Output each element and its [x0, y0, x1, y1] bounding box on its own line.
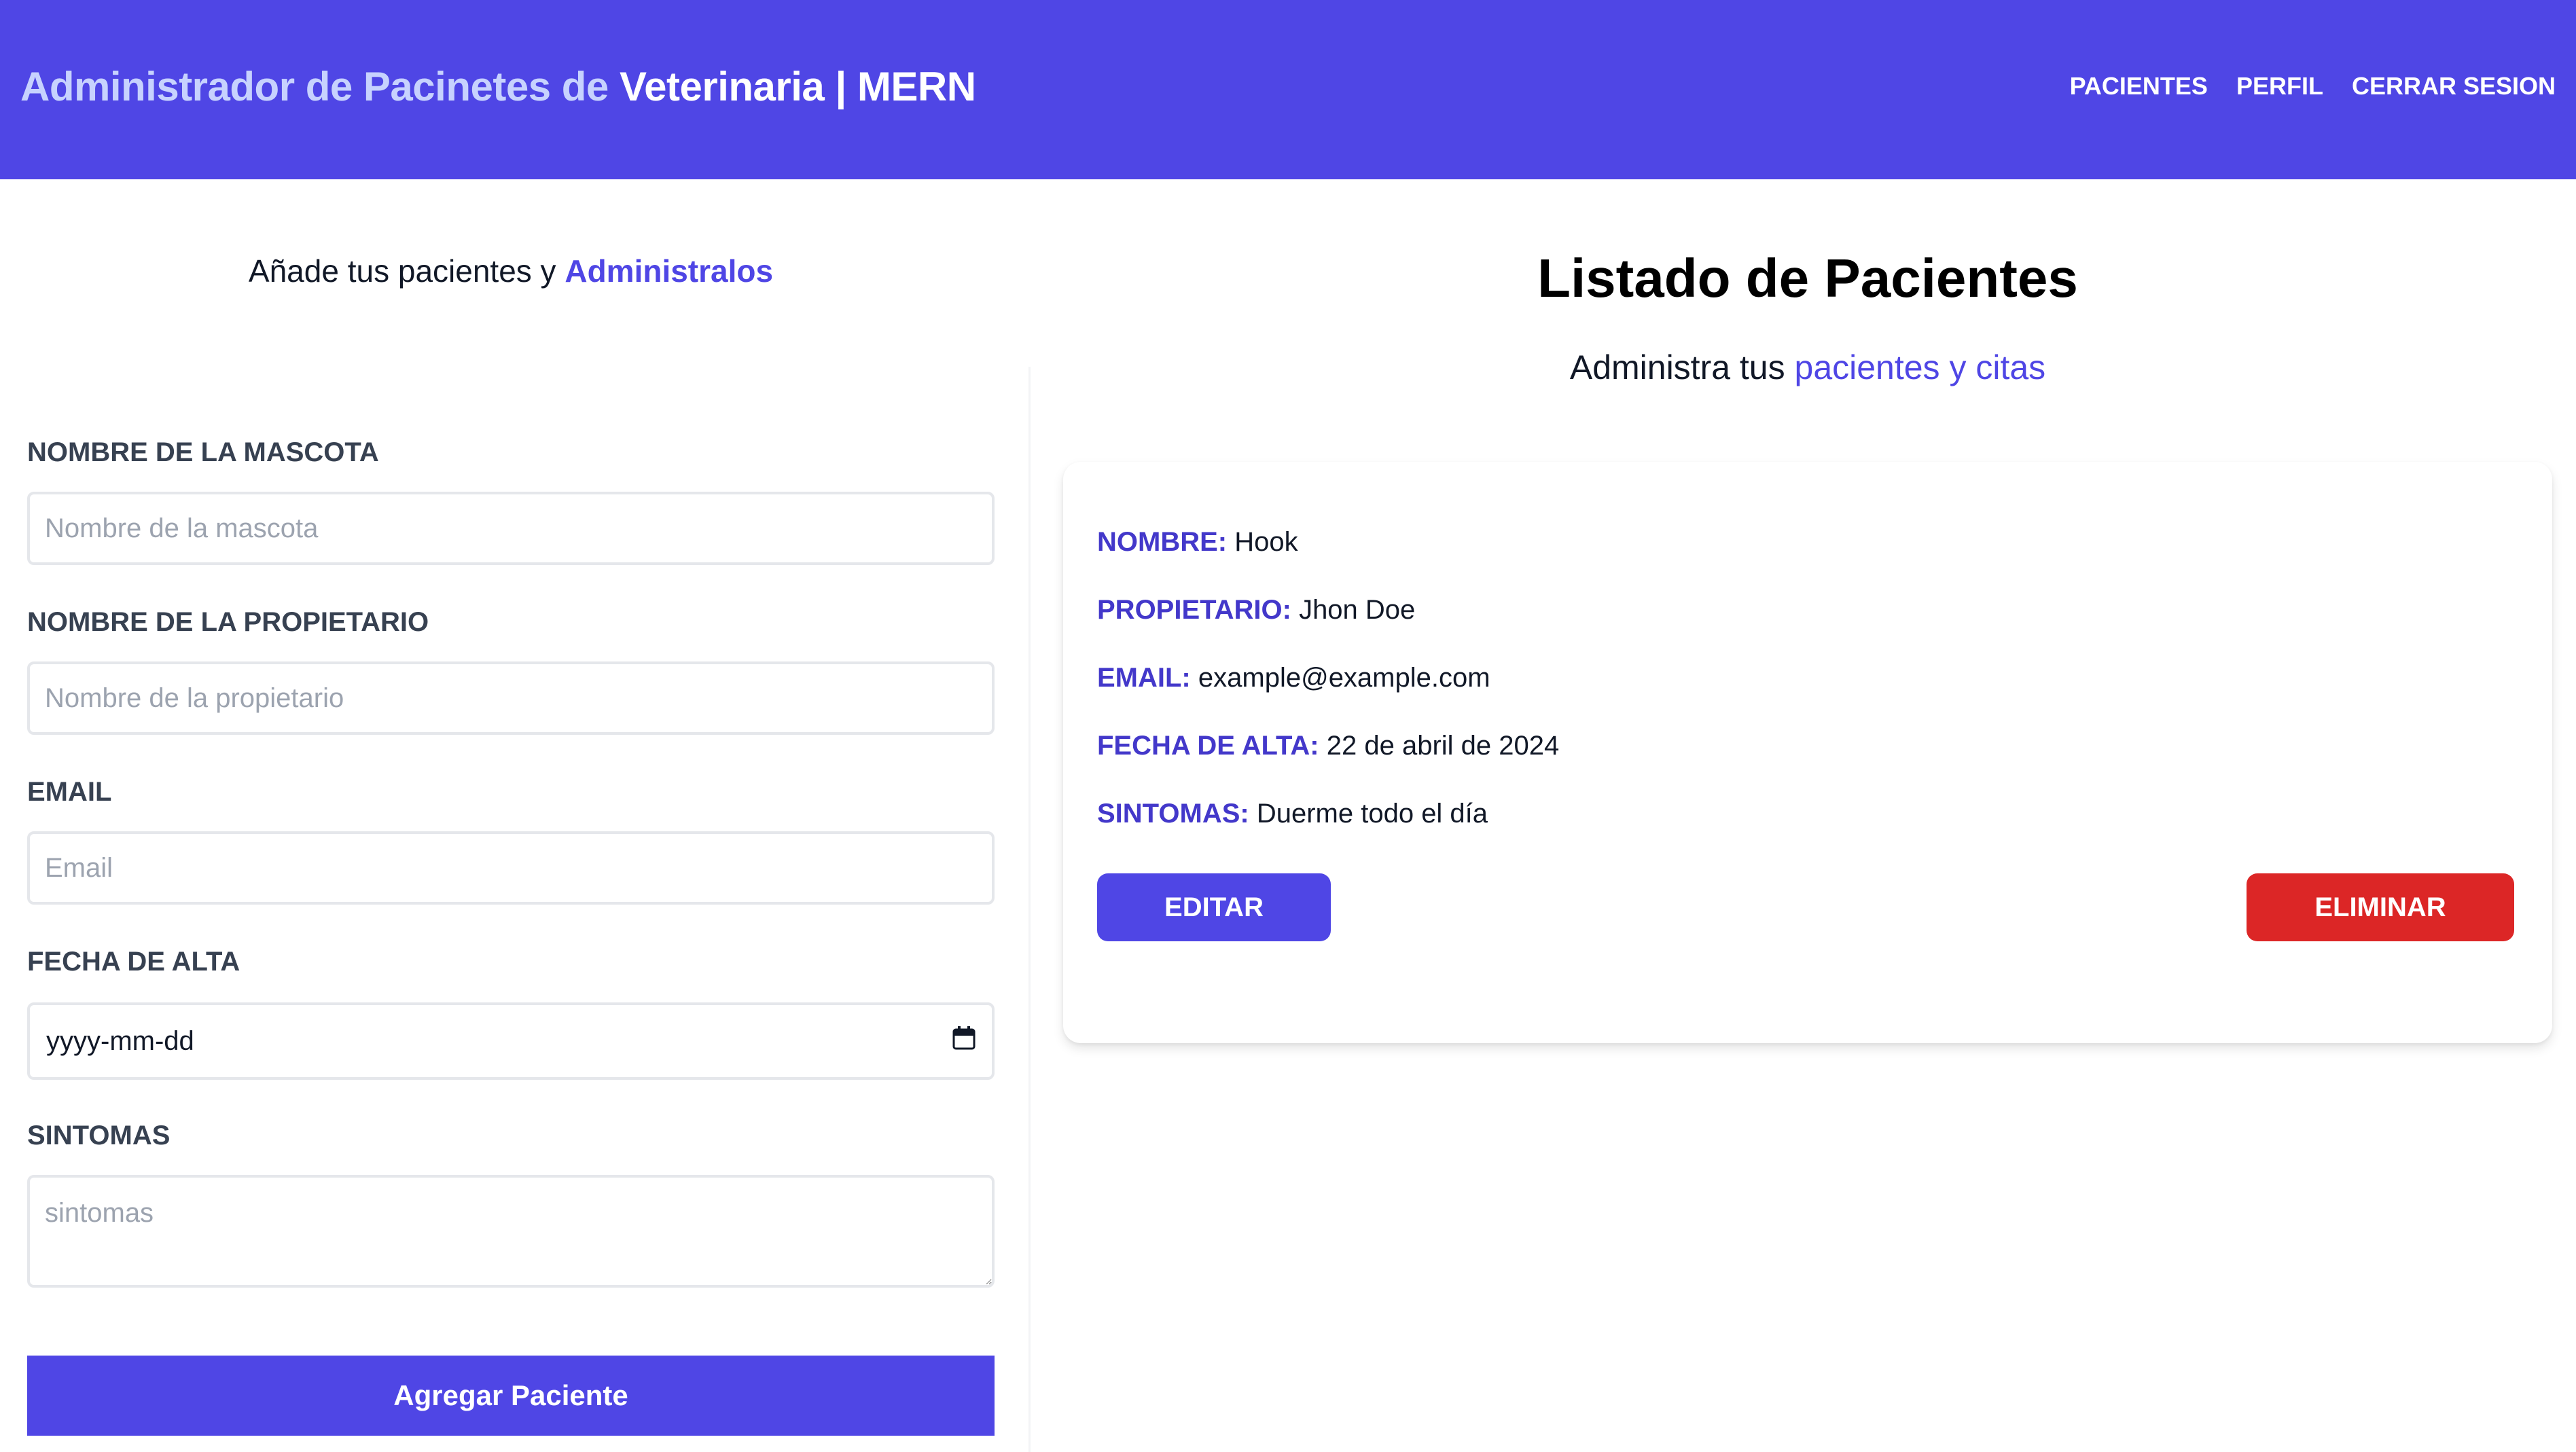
- patient-email-row: Email: example@example.com: [1097, 663, 1490, 693]
- patient-fecha-value: 22 de abril de 2024: [1326, 731, 1560, 761]
- patient-sintomas-key: Sintomas:: [1097, 799, 1249, 829]
- symptoms-label: Sintomas: [27, 1121, 171, 1150]
- date-label: Fecha de Alta: [27, 947, 240, 977]
- add-patient-button[interactable]: Agregar Paciente: [27, 1356, 995, 1436]
- app-title-part2: Veterinaria | MERN: [619, 63, 976, 109]
- form-tagline: Añade tus pacientes y Administralos: [27, 253, 995, 289]
- patient-list-subtitle: Administra tus pacientes y citas: [1063, 348, 2552, 387]
- column-divider: [1028, 367, 1031, 1452]
- patient-sintomas-value: Duerme todo el día: [1256, 799, 1488, 829]
- patient-list-subtitle-accent: pacientes y citas: [1794, 348, 2046, 386]
- patient-card: Nombre: Hook Propietario: Jhon Doe Email…: [1063, 462, 2552, 1043]
- patient-nombre-row: Nombre: Hook: [1097, 527, 1298, 558]
- pet-name-input[interactable]: [27, 492, 995, 565]
- top-header: Administrador de Pacinetes de Veterinari…: [0, 0, 2576, 179]
- app-title-part1: Administrador de Pacinetes de: [20, 63, 620, 109]
- form-tagline-prefix: Añade tus pacientes y: [248, 253, 565, 289]
- owner-name-input[interactable]: [27, 661, 995, 735]
- patient-list-title: Listado de Pacientes: [1537, 248, 2078, 308]
- nav-cerrar-sesion-link[interactable]: Cerrar Sesion: [2352, 72, 2556, 101]
- patient-nombre-key: Nombre:: [1097, 527, 1228, 557]
- date-input[interactable]: yyyy-mm-dd: [27, 1002, 995, 1080]
- pet-name-label: Nombre de la mascota: [27, 437, 379, 467]
- delete-patient-button[interactable]: Eliminar: [2247, 873, 2514, 941]
- edit-patient-button[interactable]: Editar: [1097, 873, 1331, 941]
- symptoms-textarea[interactable]: [27, 1175, 995, 1288]
- nav-perfil-link[interactable]: Perfil: [2236, 72, 2323, 101]
- nav-pacientes-link[interactable]: Pacientes: [2070, 72, 2208, 101]
- patient-propietario-value: Jhon Doe: [1299, 595, 1416, 625]
- patient-nombre-value: Hook: [1234, 527, 1298, 557]
- form-tagline-accent: Administralos: [565, 253, 774, 289]
- patient-fecha-row: Fecha de Alta: 22 de abril de 2024: [1097, 731, 1559, 761]
- patient-list-subtitle-prefix: Administra tus: [1569, 348, 1795, 386]
- patient-email-value: example@example.com: [1198, 663, 1490, 693]
- main-nav: Pacientes Perfil Cerrar Sesion: [2070, 72, 2556, 101]
- email-input[interactable]: [27, 831, 995, 905]
- patient-propietario-row: Propietario: Jhon Doe: [1097, 595, 1415, 625]
- email-label: Email: [27, 777, 112, 807]
- patient-form-section: Añade tus pacientes y Administralos Nomb…: [27, 179, 995, 1452]
- app-title: Administrador de Pacinetes de Veterinari…: [20, 63, 976, 110]
- date-value: yyyy-mm-dd: [46, 1026, 194, 1056]
- patient-email-key: Email:: [1097, 663, 1191, 693]
- calendar-icon[interactable]: [952, 1026, 976, 1057]
- patient-sintomas-row: Sintomas: Duerme todo el día: [1097, 799, 1488, 829]
- owner-name-label: Nombre de la propietario: [27, 607, 429, 637]
- patient-propietario-key: Propietario:: [1097, 595, 1291, 625]
- patient-fecha-key: Fecha de Alta:: [1097, 731, 1319, 761]
